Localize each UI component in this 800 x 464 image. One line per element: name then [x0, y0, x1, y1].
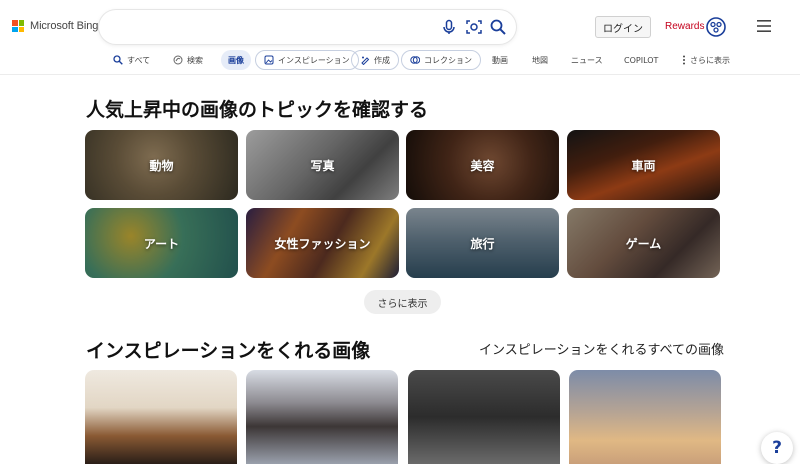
trending-topics-title: 人気上昇中の画像のトピックを確認する [86, 99, 429, 121]
header: Microsoft Bing ログイン Rewards [0, 0, 800, 52]
rewards-medal-icon[interactable] [706, 17, 726, 37]
topic-tile-games[interactable]: ゲーム [567, 208, 720, 278]
nav-videos-label: 動画 [492, 55, 508, 65]
inspiration-all-link[interactable]: インスピレーションをくれるすべての画像 [479, 339, 724, 358]
nav-search-label: 検索 [187, 55, 203, 65]
inspiration-image-2[interactable] [246, 370, 398, 464]
nav-images[interactable]: 画像 [221, 50, 251, 70]
search-icon[interactable] [489, 18, 507, 36]
inspiration-image-3[interactable] [408, 370, 560, 464]
topic-tile-label: 女性ファッション [274, 236, 371, 251]
topic-tile-animals[interactable]: 動物 [85, 130, 238, 200]
topic-tile-label: 写真 [310, 158, 335, 173]
nav-news-label: ニュース [571, 55, 603, 65]
hamburger-menu-icon[interactable] [757, 20, 771, 32]
scope-nav: すべて 検索 画像 インスピレーション 作成 コレクション 動画 地図 ニュース… [0, 50, 800, 72]
topic-tile-photography[interactable]: 写真 [246, 130, 399, 200]
nav-more[interactable]: さらに表示 [682, 50, 730, 70]
nav-search[interactable]: 検索 [173, 50, 203, 70]
inspiration-title: インスピレーションをくれる画像 [86, 340, 371, 362]
nav-all-label: すべて [127, 55, 151, 65]
collection-icon [410, 56, 420, 64]
nav-inspiration[interactable]: インスピレーション [255, 50, 359, 70]
microsoft-logo-icon [12, 20, 24, 32]
nav-copilot[interactable]: COPILOT [624, 50, 658, 70]
search-icon [113, 55, 123, 65]
topic-tile-label: アート [143, 236, 180, 251]
login-button[interactable]: ログイン [595, 16, 651, 38]
nav-images-label: 画像 [228, 55, 244, 65]
nav-inspiration-label: インスピレーション [278, 55, 350, 65]
search-box[interactable] [99, 10, 516, 44]
topic-tile-travel[interactable]: 旅行 [406, 208, 559, 278]
brand-name: Microsoft Bing [30, 20, 99, 32]
nav-collections-label: コレクション [424, 55, 472, 65]
topic-tile-beauty[interactable]: 美容 [406, 130, 559, 200]
inspiration-image-4[interactable] [569, 370, 721, 464]
inspiration-icon [264, 55, 274, 65]
nav-more-label: さらに表示 [690, 55, 730, 65]
help-button[interactable]: ? [761, 432, 793, 464]
nav-collections[interactable]: コレクション [401, 50, 481, 70]
nav-copilot-label: COPILOT [624, 55, 659, 65]
nav-all[interactable]: すべて [113, 50, 150, 70]
microphone-icon[interactable] [440, 18, 458, 36]
nav-news[interactable]: ニュース [571, 50, 603, 70]
nav-videos[interactable]: 動画 [492, 50, 508, 70]
rewards-link[interactable]: Rewards [665, 21, 704, 32]
nav-maps-label: 地図 [532, 55, 548, 65]
topic-tile-art[interactable]: アート [85, 208, 238, 278]
more-vertical-icon [683, 55, 685, 65]
nav-create[interactable]: 作成 [351, 50, 399, 70]
topic-tile-label: 旅行 [470, 236, 495, 251]
create-icon [361, 56, 370, 65]
visual-search-icon[interactable] [465, 18, 483, 36]
topic-tile-womens-fashion[interactable]: 女性ファッション [246, 208, 399, 278]
topic-tile-vehicles[interactable]: 車両 [567, 130, 720, 200]
bing-logo[interactable]: Microsoft Bing [12, 20, 98, 32]
nav-maps[interactable]: 地図 [532, 50, 548, 70]
copilot-search-icon [173, 55, 183, 65]
topic-tile-label: 美容 [470, 158, 495, 173]
inspiration-image-1[interactable] [85, 370, 237, 464]
topic-tile-label: ゲーム [625, 236, 662, 251]
topic-tile-label: 車両 [631, 158, 656, 173]
show-more-button[interactable]: さらに表示 [364, 290, 441, 314]
nav-create-label: 作成 [374, 55, 390, 65]
topic-tile-label: 動物 [149, 158, 174, 173]
header-divider [0, 74, 800, 75]
search-input[interactable] [113, 17, 433, 37]
